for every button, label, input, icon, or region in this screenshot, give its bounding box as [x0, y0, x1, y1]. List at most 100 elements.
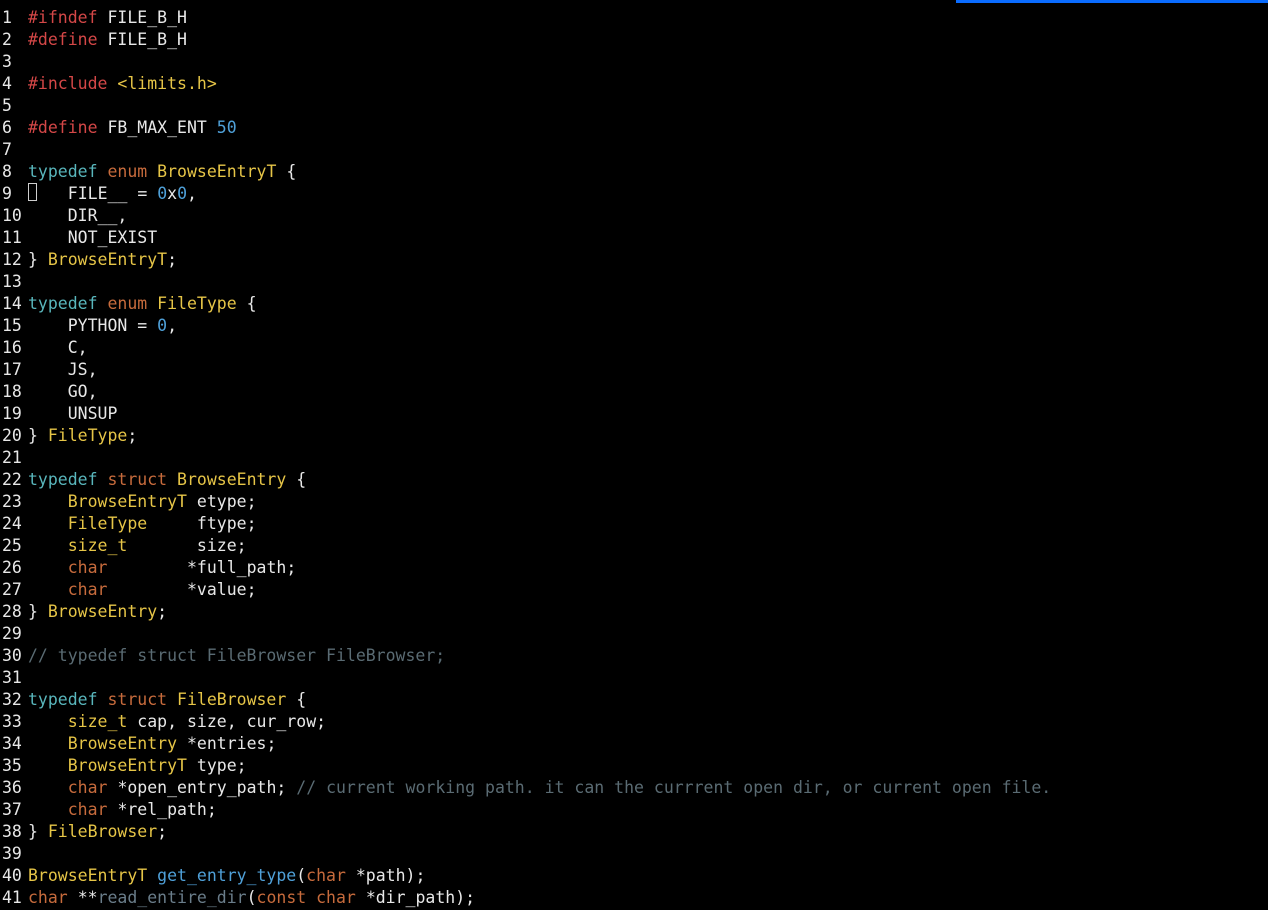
code-line[interactable]: 18 GO,: [0, 381, 1268, 403]
code-token: UNSUP: [28, 404, 117, 423]
code-line[interactable]: 8typedef enum BrowseEntryT {: [0, 161, 1268, 183]
code-line[interactable]: 12} BrowseEntryT;: [0, 249, 1268, 271]
code-content[interactable]: [28, 271, 1268, 293]
code-line[interactable]: 16 C,: [0, 337, 1268, 359]
code-token: dir_path: [376, 888, 455, 907]
code-content[interactable]: #include <limits.h>: [28, 73, 1268, 95]
code-token: [98, 8, 108, 27]
code-line[interactable]: 10 DIR__,: [0, 205, 1268, 227]
code-line[interactable]: 23 BrowseEntryT etype;: [0, 491, 1268, 513]
code-content[interactable]: char *value;: [28, 579, 1268, 601]
code-line[interactable]: 6#define FB_MAX_ENT 50: [0, 117, 1268, 139]
code-content[interactable]: #ifndef FILE_B_H: [28, 7, 1268, 29]
code-content[interactable]: char *full_path;: [28, 557, 1268, 579]
code-token: get_entry_type: [157, 866, 296, 885]
code-content[interactable]: PYTHON = 0,: [28, 315, 1268, 337]
code-content[interactable]: [28, 51, 1268, 73]
code-line[interactable]: 24 FileType ftype;: [0, 513, 1268, 535]
code-content[interactable]: size_t size;: [28, 535, 1268, 557]
code-line[interactable]: 11 NOT_EXIST: [0, 227, 1268, 249]
code-line[interactable]: 37 char *rel_path;: [0, 799, 1268, 821]
code-content[interactable]: DIR__,: [28, 205, 1268, 227]
code-token: char: [316, 888, 356, 907]
code-content[interactable]: char *open_entry_path; // current workin…: [28, 777, 1268, 799]
code-content[interactable]: [28, 447, 1268, 469]
code-line[interactable]: 36 char *open_entry_path; // current wor…: [0, 777, 1268, 799]
code-content[interactable]: BrowseEntryT get_entry_type(char *path);: [28, 865, 1268, 887]
code-token: char: [68, 580, 108, 599]
code-content[interactable]: char **read_entire_dir(const char *dir_p…: [28, 887, 1268, 909]
code-line[interactable]: 3: [0, 51, 1268, 73]
code-line[interactable]: 13: [0, 271, 1268, 293]
code-content[interactable]: #define FILE_B_H: [28, 29, 1268, 51]
code-content[interactable]: [28, 139, 1268, 161]
code-content[interactable]: FILE__ = 0x0,: [28, 183, 1268, 205]
code-line[interactable]: 1#ifndef FILE_B_H: [0, 7, 1268, 29]
code-content[interactable]: } FileBrowser;: [28, 821, 1268, 843]
code-line[interactable]: 21: [0, 447, 1268, 469]
code-line[interactable]: 29: [0, 623, 1268, 645]
code-line[interactable]: 38} FileBrowser;: [0, 821, 1268, 843]
code-content[interactable]: BrowseEntryT type;: [28, 755, 1268, 777]
code-line[interactable]: 5: [0, 95, 1268, 117]
line-number: 26: [0, 557, 28, 579]
code-content[interactable]: GO,: [28, 381, 1268, 403]
code-content[interactable]: NOT_EXIST: [28, 227, 1268, 249]
code-content[interactable]: [28, 667, 1268, 689]
code-token: *: [356, 866, 366, 885]
code-line[interactable]: 40BrowseEntryT get_entry_type(char *path…: [0, 865, 1268, 887]
code-token: PYTHON: [28, 316, 137, 335]
code-content[interactable]: } BrowseEntryT;: [28, 249, 1268, 271]
code-line[interactable]: 35 BrowseEntryT type;: [0, 755, 1268, 777]
code-content[interactable]: // typedef struct FileBrowser FileBrowse…: [28, 645, 1268, 667]
code-line[interactable]: 27 char *value;: [0, 579, 1268, 601]
code-line[interactable]: 30// typedef struct FileBrowser FileBrow…: [0, 645, 1268, 667]
code-token: 0: [157, 316, 167, 335]
line-number: 32: [0, 689, 28, 711]
code-editor[interactable]: 1#ifndef FILE_B_H2#define FILE_B_H34#inc…: [0, 0, 1268, 909]
code-line[interactable]: 25 size_t size;: [0, 535, 1268, 557]
code-line[interactable]: 26 char *full_path;: [0, 557, 1268, 579]
code-content[interactable]: size_t cap, size, cur_row;: [28, 711, 1268, 733]
code-content[interactable]: JS,: [28, 359, 1268, 381]
code-line[interactable]: 4#include <limits.h>: [0, 73, 1268, 95]
code-token: FileType: [157, 294, 236, 313]
code-content[interactable]: UNSUP: [28, 403, 1268, 425]
code-line[interactable]: 28} BrowseEntry;: [0, 601, 1268, 623]
code-content[interactable]: char *rel_path;: [28, 799, 1268, 821]
line-number: 34: [0, 733, 28, 755]
code-content[interactable]: } FileType;: [28, 425, 1268, 447]
code-line[interactable]: 22typedef struct BrowseEntry {: [0, 469, 1268, 491]
code-content[interactable]: typedef struct BrowseEntry {: [28, 469, 1268, 491]
code-content[interactable]: typedef enum FileType {: [28, 293, 1268, 315]
code-token: *: [187, 558, 197, 577]
code-content[interactable]: [28, 843, 1268, 865]
code-content[interactable]: #define FB_MAX_ENT 50: [28, 117, 1268, 139]
code-content[interactable]: [28, 623, 1268, 645]
line-number: 1: [0, 7, 28, 29]
code-content[interactable]: C,: [28, 337, 1268, 359]
code-token: path: [366, 866, 406, 885]
code-line[interactable]: 41char **read_entire_dir(const char *dir…: [0, 887, 1268, 909]
code-line[interactable]: 2#define FILE_B_H: [0, 29, 1268, 51]
code-line[interactable]: 33 size_t cap, size, cur_row;: [0, 711, 1268, 733]
code-content[interactable]: BrowseEntry *entries;: [28, 733, 1268, 755]
code-content[interactable]: FileType ftype;: [28, 513, 1268, 535]
code-content[interactable]: typedef struct FileBrowser {: [28, 689, 1268, 711]
code-line[interactable]: 34 BrowseEntry *entries;: [0, 733, 1268, 755]
code-line[interactable]: 14typedef enum FileType {: [0, 293, 1268, 315]
code-content[interactable]: [28, 95, 1268, 117]
code-token: {: [296, 470, 306, 489]
code-line[interactable]: 32typedef struct FileBrowser {: [0, 689, 1268, 711]
code-line[interactable]: 19 UNSUP: [0, 403, 1268, 425]
code-line[interactable]: 20} FileType;: [0, 425, 1268, 447]
code-content[interactable]: BrowseEntryT etype;: [28, 491, 1268, 513]
code-content[interactable]: } BrowseEntry;: [28, 601, 1268, 623]
code-line[interactable]: 7: [0, 139, 1268, 161]
code-line[interactable]: 15 PYTHON = 0,: [0, 315, 1268, 337]
code-line[interactable]: 17 JS,: [0, 359, 1268, 381]
code-line[interactable]: 39: [0, 843, 1268, 865]
code-content[interactable]: typedef enum BrowseEntryT {: [28, 161, 1268, 183]
code-line[interactable]: 9 FILE__ = 0x0,: [0, 183, 1268, 205]
code-line[interactable]: 31: [0, 667, 1268, 689]
